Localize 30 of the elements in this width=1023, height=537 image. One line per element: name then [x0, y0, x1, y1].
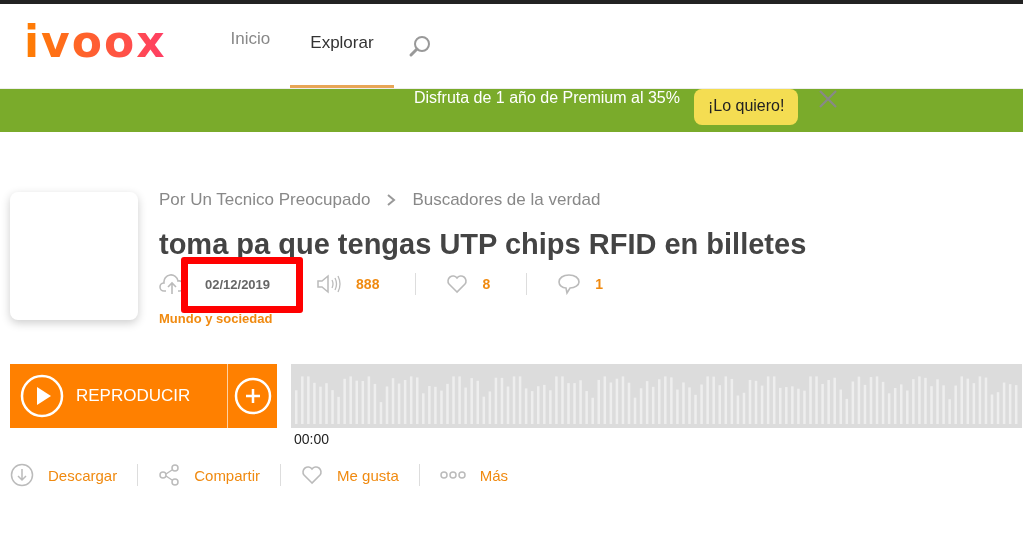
breadcrumb-link[interactable]: Buscadores de la verdad	[412, 190, 601, 210]
action-link[interactable]: Me gusta	[301, 465, 399, 485]
publish-date: 02/12/2019	[205, 277, 271, 292]
chevron-icon	[386, 193, 397, 207]
heart-icon[interactable]	[446, 274, 469, 294]
download-icon	[10, 463, 34, 487]
heart-icon	[301, 465, 324, 485]
action-link[interactable]: Compartir	[158, 464, 261, 486]
close-icon[interactable]	[818, 89, 839, 109]
play-icon	[20, 374, 64, 418]
action-link[interactable]: Descargar	[10, 463, 118, 487]
play-button[interactable]: REPRODUCIR	[10, 364, 227, 428]
share-icon	[158, 464, 181, 486]
more-icon	[439, 470, 466, 480]
category-link[interactable]: Mundo y sociedad	[159, 311, 807, 326]
waveform[interactable]	[291, 364, 1022, 428]
action-link[interactable]: Más	[439, 466, 509, 484]
stat-count: 1	[595, 276, 604, 292]
elapsed-time: 00:00	[294, 431, 331, 447]
speech-bubble-icon[interactable]	[557, 273, 582, 295]
speaker-icon	[316, 273, 343, 295]
add-button[interactable]	[227, 364, 277, 428]
breadcrumb-link[interactable]: Por Un Tecnico Preocupado	[159, 190, 371, 210]
promo-text: Disfruta de 1 año de Premium al 35%	[414, 89, 680, 107]
search-icon[interactable]	[407, 34, 432, 58]
stat-count: 8	[482, 276, 491, 292]
nav-tab[interactable]: Inicio	[210, 0, 291, 82]
stat-count: 888	[356, 276, 380, 292]
cta-button[interactable]: ¡Lo quiero!	[693, 89, 799, 125]
episode-title: toma pa que tengas UTP chips RFID en billetes	[159, 228, 807, 261]
